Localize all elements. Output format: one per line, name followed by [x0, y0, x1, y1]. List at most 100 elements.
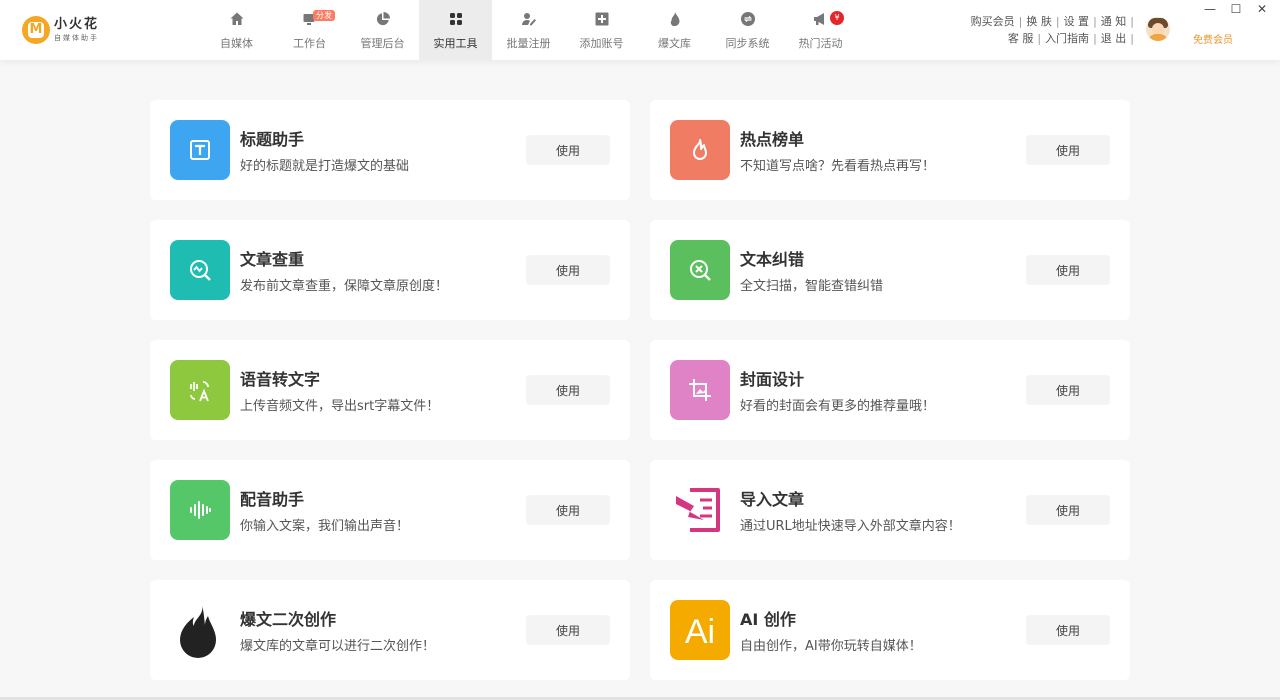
flame-icon	[638, 10, 711, 28]
ai-icon: Ai	[670, 600, 730, 660]
tool-title: 爆文二次创作	[240, 610, 337, 629]
tool-title: 标题助手	[240, 130, 305, 149]
tool-card-speech-to-text: 语音转文字 上传音频文件，导出srt字幕文件！ 使用	[150, 340, 630, 440]
tool-desc: 通过URL地址快速导入外部文章内容！	[740, 519, 961, 534]
tool-desc: 你输入文案，我们输出声音！	[240, 519, 410, 534]
import-article-icon	[670, 480, 730, 540]
link-skin[interactable]: 换 肤	[1026, 15, 1052, 28]
tool-desc: 好看的封面会有更多的推荐量哦！	[740, 399, 936, 414]
tool-desc: 上传音频文件，导出srt字幕文件！	[240, 399, 440, 414]
tool-desc: 不知道写点啥？先看看热点再写！	[740, 159, 936, 174]
header-links: 购买会员 | 换 肤 | 设 置 | 通 知 | 客 服 | 入门指南 | 退 出 |	[970, 15, 1134, 45]
plus-box-icon	[565, 10, 638, 28]
vip-status-label[interactable]: 免费会员	[1193, 31, 1233, 46]
nav-item-tools[interactable]: 实用工具	[419, 0, 492, 60]
tool-desc: 好的标题就是打造爆文的基础	[240, 159, 410, 174]
tool-desc: 自由创作，AI带你玩转自媒体！	[740, 639, 922, 654]
tool-desc: 发布前文章查重，保障文章原创度！	[240, 279, 449, 294]
tool-card-ai-writing: Ai AI 创作 自由创作，AI带你玩转自媒体！ 使用	[650, 580, 1130, 680]
logo-letter: M	[29, 22, 43, 37]
nav-item-hot-articles[interactable]: 爆文库	[638, 0, 711, 60]
use-button[interactable]: 使用	[526, 375, 610, 405]
use-button[interactable]: 使用	[526, 255, 610, 285]
maximize-button[interactable]: ☐	[1230, 2, 1242, 16]
sync-icon	[711, 10, 784, 28]
nav-label: 实用工具	[433, 37, 478, 50]
svg-text:Ai: Ai	[685, 613, 715, 651]
use-button[interactable]: 使用	[1026, 135, 1110, 165]
black-flame-icon	[170, 600, 230, 660]
nav-item-workbench[interactable]: 分发 工作台	[273, 0, 346, 60]
tool-title: 语音转文字	[240, 370, 321, 389]
nav-label: 同步系统	[725, 37, 770, 50]
use-button[interactable]: 使用	[526, 495, 610, 525]
nav-item-media[interactable]: 自媒体	[200, 0, 273, 60]
use-button[interactable]: 使用	[1026, 495, 1110, 525]
user-edit-icon	[492, 10, 565, 28]
link-settings[interactable]: 设 置	[1064, 15, 1090, 28]
link-support[interactable]: 客 服	[1008, 32, 1034, 45]
nav-item-sync[interactable]: 同步系统	[711, 0, 784, 60]
sound-wave-icon	[170, 480, 230, 540]
nav-label: 自媒体	[220, 37, 253, 50]
tool-title: 配音助手	[240, 490, 305, 509]
use-button[interactable]: 使用	[526, 135, 610, 165]
nav-item-bulk-register[interactable]: 批量注册	[492, 0, 565, 60]
link-buy-vip[interactable]: 购买会员	[971, 15, 1015, 28]
tool-title: 文本纠错	[740, 250, 805, 269]
app-logo[interactable]: M 小火花 自媒体助手	[22, 16, 99, 44]
tool-title: AI 创作	[740, 610, 796, 629]
logo-icon: M	[22, 16, 50, 44]
nav-badge-distribute: 分发	[313, 10, 335, 21]
tool-card-text-correction: 文本纠错 全文扫描，智能查错纠错 使用	[650, 220, 1130, 320]
pie-chart-icon	[346, 10, 419, 28]
tool-card-import-article: 导入文章 通过URL地址快速导入外部文章内容！ 使用	[650, 460, 1130, 560]
tool-card-duplicate-check: 文章查重 发布前文章查重，保障文章原创度！ 使用	[150, 220, 630, 320]
crop-image-icon	[670, 360, 730, 420]
use-button[interactable]: 使用	[1026, 255, 1110, 285]
use-button[interactable]: 使用	[526, 615, 610, 645]
avatar[interactable]	[1146, 17, 1170, 41]
megaphone-icon	[784, 10, 857, 28]
main-nav: 自媒体 分发 工作台 管理后台 实用工具 批量注册 添加账号 爆文库 同步系统 …	[200, 0, 857, 60]
tool-desc: 全文扫描，智能查错纠错	[740, 279, 884, 294]
link-logout[interactable]: 退 出	[1101, 32, 1127, 45]
tool-card-hot-list: 热点榜单 不知道写点啥？先看看热点再写！ 使用	[650, 100, 1130, 200]
tool-title: 封面设计	[740, 370, 805, 389]
nav-label: 热门活动	[798, 37, 843, 50]
home-icon	[200, 10, 273, 28]
minimize-button[interactable]: —	[1204, 2, 1216, 16]
nav-label: 添加账号	[579, 37, 624, 50]
tool-title: 热点榜单	[740, 130, 805, 149]
voice-to-text-icon	[170, 360, 230, 420]
top-bar: M 小火花 自媒体助手 自媒体 分发 工作台 管理后台 实用工具 批量注册 添加…	[0, 0, 1280, 60]
tool-title: 文章查重	[240, 250, 305, 269]
search-x-icon	[670, 240, 730, 300]
workbench-icon	[273, 10, 346, 28]
app-name: 小火花	[54, 17, 100, 32]
use-button[interactable]: 使用	[1026, 615, 1110, 645]
tool-card-cover-design: 封面设计 好看的封面会有更多的推荐量哦！ 使用	[650, 340, 1130, 440]
nav-item-add-account[interactable]: 添加账号	[565, 0, 638, 60]
grid-icon	[419, 10, 492, 28]
title-t-icon	[170, 120, 230, 180]
link-guide[interactable]: 入门指南	[1045, 32, 1089, 45]
nav-badge-money: ¥	[830, 11, 844, 25]
window-controls: — ☐ ✕	[1204, 2, 1268, 16]
nav-label: 爆文库	[658, 37, 691, 50]
search-wave-icon	[170, 240, 230, 300]
nav-label: 管理后台	[360, 37, 405, 50]
nav-label: 工作台	[293, 37, 326, 50]
app-subtitle: 自媒体助手	[54, 34, 99, 42]
nav-item-admin[interactable]: 管理后台	[346, 0, 419, 60]
tool-card-dubbing: 配音助手 你输入文案，我们输出声音！ 使用	[150, 460, 630, 560]
use-button[interactable]: 使用	[1026, 375, 1110, 405]
fire-icon	[670, 120, 730, 180]
tool-card-title-helper: 标题助手 好的标题就是打造爆文的基础 使用	[150, 100, 630, 200]
tool-card-rewrite: 爆文二次创作 爆文库的文章可以进行二次创作！ 使用	[150, 580, 630, 680]
tool-desc: 爆文库的文章可以进行二次创作！	[240, 639, 436, 654]
close-button[interactable]: ✕	[1256, 2, 1268, 16]
nav-label: 批量注册	[506, 37, 551, 50]
link-notifications[interactable]: 通 知	[1101, 15, 1127, 28]
nav-item-events[interactable]: ¥ 热门活动	[784, 0, 857, 60]
